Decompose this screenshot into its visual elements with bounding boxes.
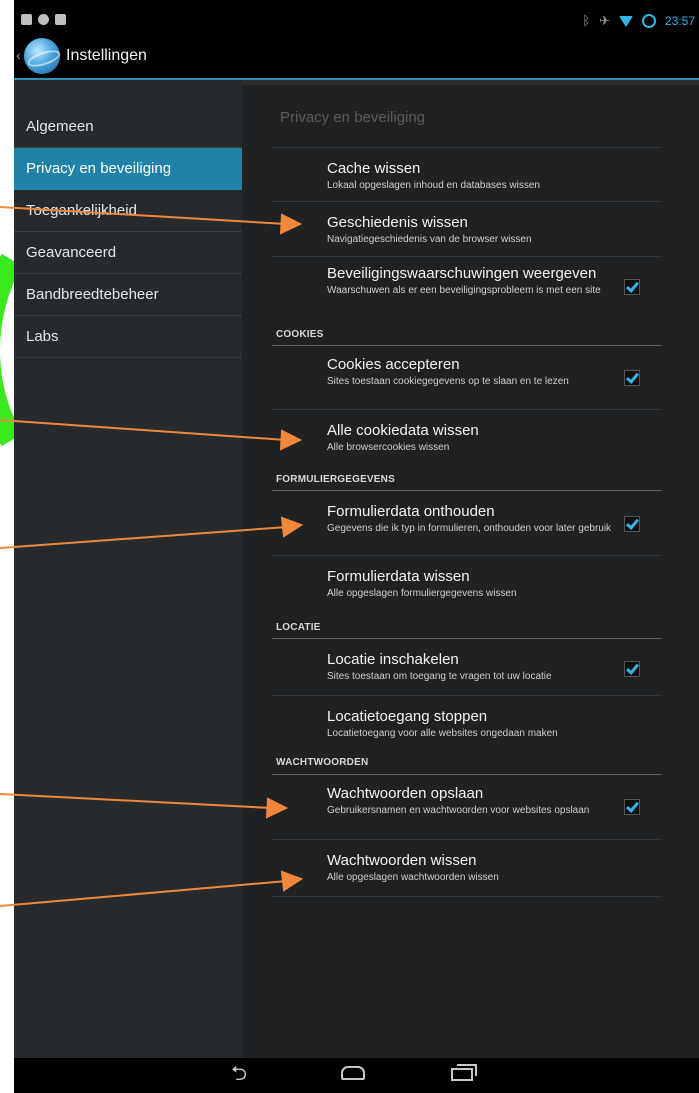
setting-subtitle: Waarschuwen als er een beveiligingsprobl…	[327, 285, 601, 296]
app-notification-icon	[38, 14, 49, 25]
setting-title: Alle cookiedata wissen	[327, 422, 479, 439]
setting-wachtwoorden-wissen[interactable]: Wachtwoorden wissen Alle opgeslagen wach…	[272, 839, 662, 897]
setting-title: Formulierdata onthouden	[327, 503, 495, 520]
sidebar-item-bandbreedtebeheer[interactable]: Bandbreedtebeheer	[14, 274, 242, 316]
gallery-notification-icon	[21, 14, 32, 25]
sidebar-item-label: Toegankelijkheid	[26, 202, 137, 219]
checkbox-checked[interactable]	[624, 370, 640, 386]
setting-title: Geschiedenis wissen	[327, 214, 468, 231]
sidebar-item-label: Bandbreedtebeheer	[26, 286, 159, 303]
setting-subtitle: Sites toestaan om toegang te vragen tot …	[327, 671, 552, 682]
setting-alle-cookiedata-wissen[interactable]: Alle cookiedata wissen Alle browsercooki…	[272, 409, 662, 468]
airplane-icon: ✈	[599, 13, 610, 28]
checkbox-checked[interactable]	[624, 516, 640, 532]
home-icon[interactable]	[341, 1066, 365, 1080]
sidebar-item-algemeen[interactable]: Algemeen	[14, 106, 242, 148]
navigation-bar: ⮌	[14, 1058, 699, 1093]
checkbox-checked[interactable]	[624, 799, 640, 815]
bluetooth-icon: ᛒ	[582, 13, 591, 28]
section-header-wachtwoorden: WACHTWOORDEN	[276, 757, 369, 768]
sidebar-item-label: Labs	[26, 328, 59, 345]
setting-subtitle: Gebruikersnamen en wachtwoorden voor web…	[327, 805, 590, 816]
section-header-cookies: COOKIES	[276, 329, 324, 340]
sidebar-item-toegankelijkheid[interactable]: Toegankelijkheid	[14, 190, 242, 232]
sidebar-item-label: Algemeen	[26, 118, 94, 135]
sidebar-item-label: Geavanceerd	[26, 244, 117, 261]
checkbox-checked[interactable]	[624, 661, 640, 677]
notification-icons	[21, 14, 66, 25]
section-header-locatie: LOCATIE	[276, 622, 321, 633]
settings-sidebar: Algemeen Privacy en beveiliging Toeganke…	[14, 80, 242, 1058]
tablet-screen: ᛒ ✈ 23:57 ‹ Instellingen Algemeen Privac…	[14, 0, 699, 1093]
setting-title: Beveiligingswaarschuwingen weergeven	[327, 265, 597, 282]
status-time: 23:57	[664, 14, 695, 28]
sidebar-item-labs[interactable]: Labs	[14, 316, 242, 358]
setting-title: Cache wissen	[327, 160, 421, 177]
back-arrow-icon[interactable]: ⮌	[231, 1064, 257, 1084]
setting-locatietoegang-stoppen[interactable]: Locatietoegang stoppen Locatietoegang vo…	[272, 695, 662, 753]
setting-locatie-inschakelen[interactable]: Locatie inschakelen Sites toestaan om to…	[272, 639, 662, 695]
setting-subtitle: Locatietoegang voor alle websites ongeda…	[327, 728, 558, 739]
setting-title: Wachtwoorden opslaan	[327, 785, 484, 802]
browser-globe-icon[interactable]	[24, 38, 60, 74]
action-bar: ‹ Instellingen	[14, 34, 699, 80]
setting-title: Wachtwoorden wissen	[327, 852, 477, 869]
up-caret-icon[interactable]: ‹	[16, 47, 21, 63]
sidebar-item-label: Privacy en beveiliging	[26, 160, 172, 177]
setting-subtitle: Alle browsercookies wissen	[327, 442, 450, 453]
setting-subtitle: Sites toestaan cookiegegevens op te slaa…	[327, 376, 569, 387]
download-notification-icon	[55, 14, 66, 25]
setting-geschiedenis-wissen[interactable]: Geschiedenis wissen Navigatiegeschiedeni…	[272, 201, 662, 257]
setting-subtitle: Lokaal opgeslagen inhoud en databases wi…	[327, 180, 540, 191]
setting-subtitle: Gegevens die ik typ in formulieren, onth…	[327, 523, 612, 534]
setting-title: Locatie inschakelen	[327, 651, 459, 668]
setting-wachtwoorden-opslaan[interactable]: Wachtwoorden opslaan Gebruikersnamen en …	[272, 775, 662, 839]
green-arc-left	[0, 253, 23, 447]
wifi-icon	[618, 15, 633, 27]
setting-title: Cookies accepteren	[327, 356, 460, 373]
setting-beveiligingswaarschuwingen[interactable]: Beveiligingswaarschuwingen weergeven Waa…	[272, 256, 662, 325]
sidebar-item-geavanceerd[interactable]: Geavanceerd	[14, 232, 242, 274]
battery-icon	[641, 14, 656, 28]
panel-title: Privacy en beveiliging	[280, 109, 426, 126]
setting-subtitle: Navigatiegeschiedenis van de browser wis…	[327, 234, 532, 245]
status-bar: ᛒ ✈ 23:57	[14, 0, 699, 34]
setting-title: Locatietoegang stoppen	[327, 708, 488, 725]
recent-apps-icon[interactable]	[451, 1064, 477, 1081]
setting-subtitle: Alle opgeslagen wachtwoorden wissen	[327, 872, 499, 883]
settings-content: Algemeen Privacy en beveiliging Toeganke…	[14, 80, 699, 1058]
checkbox-checked[interactable]	[624, 279, 640, 295]
page-title: Instellingen	[66, 47, 147, 64]
settings-panel: Privacy en beveiliging Cache wissen Loka…	[242, 85, 699, 1058]
system-icons: ᛒ ✈ 23:57	[582, 14, 695, 28]
section-header-formuliergegevens: FORMULIERGEGEVENS	[276, 474, 395, 485]
setting-formulierdata-onthouden[interactable]: Formulierdata onthouden Gegevens die ik …	[272, 491, 662, 555]
setting-subtitle: Alle opgeslagen formuliergegevens wissen	[327, 588, 517, 599]
sidebar-item-privacy[interactable]: Privacy en beveiliging	[14, 148, 242, 190]
setting-cache-wissen[interactable]: Cache wissen Lokaal opgeslagen inhoud en…	[272, 147, 662, 202]
setting-title: Formulierdata wissen	[327, 568, 470, 585]
setting-formulierdata-wissen[interactable]: Formulierdata wissen Alle opgeslagen for…	[272, 555, 662, 619]
setting-cookies-accepteren[interactable]: Cookies accepteren Sites toestaan cookie…	[272, 346, 662, 409]
